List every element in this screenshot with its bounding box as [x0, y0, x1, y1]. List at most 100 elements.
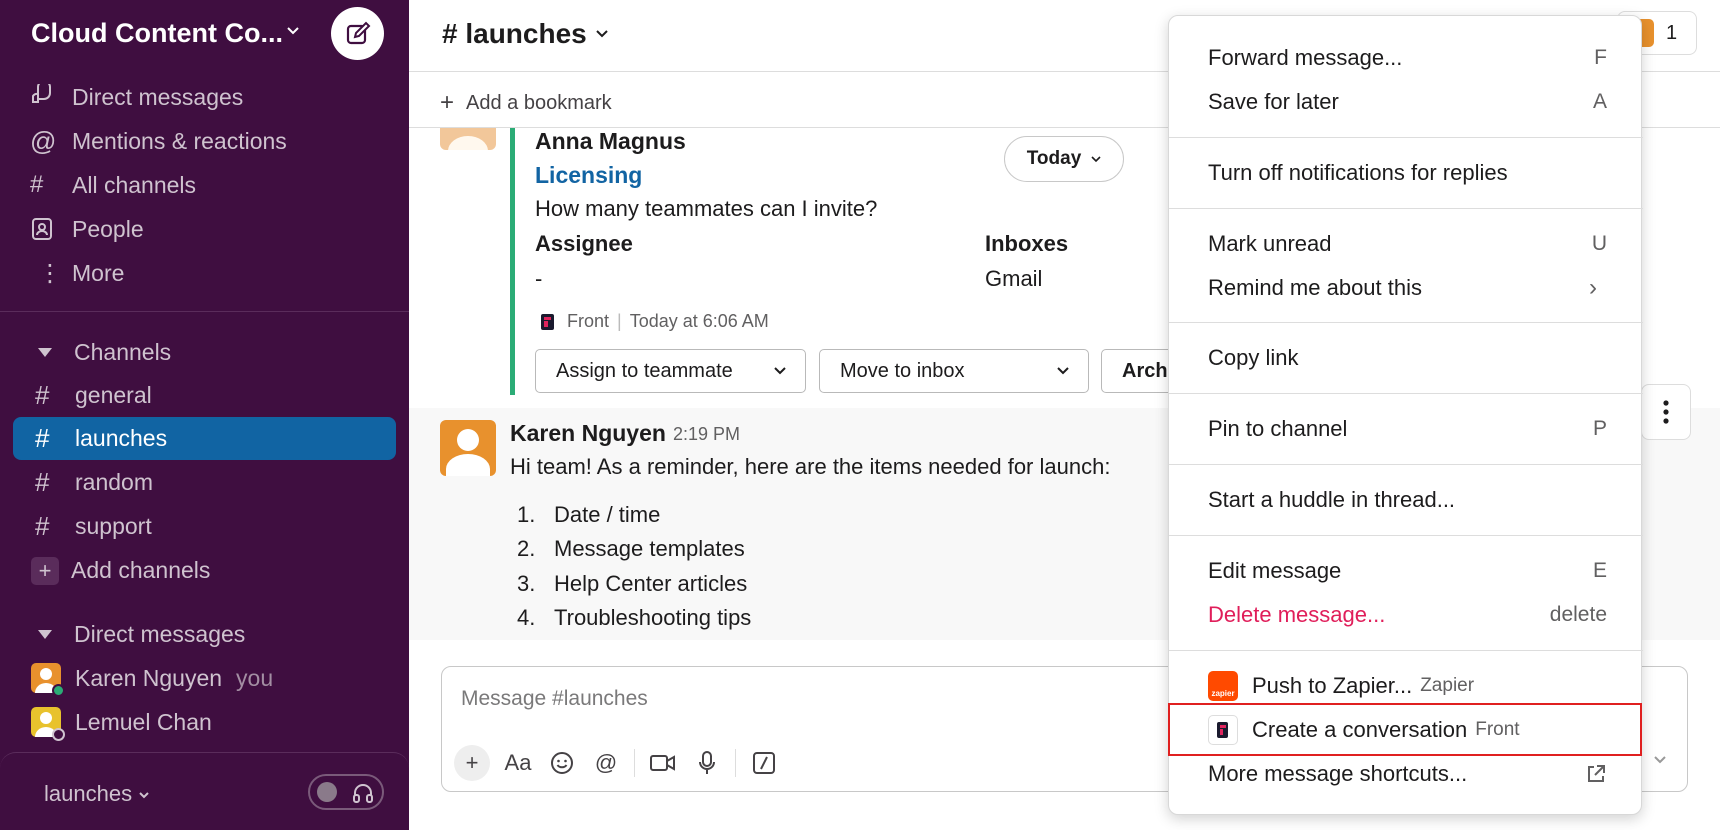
formatting-icon[interactable]: Aa	[496, 743, 540, 783]
zapier-icon: zapier	[1208, 671, 1238, 701]
dm-section-header[interactable]: Direct messages	[38, 616, 245, 652]
hash-icon: #	[35, 511, 50, 541]
menu-divider	[1169, 650, 1643, 651]
menu-label: Start a huddle in thread...	[1208, 487, 1456, 512]
shortcut-key: delete	[1549, 603, 1607, 626]
inboxes-label: Inboxes	[985, 231, 1069, 256]
sidebar-channel-general[interactable]: # general	[13, 374, 396, 417]
assign-teammate-select[interactable]: Assign to teammate	[535, 349, 806, 393]
menu-remind-me[interactable]: Remind me about this ›	[1169, 266, 1643, 310]
channels-section-header[interactable]: Channels	[38, 334, 171, 370]
list-number: 2.	[517, 536, 536, 561]
chevron-down-icon[interactable]	[286, 24, 300, 38]
video-icon[interactable]	[641, 743, 685, 783]
nav-more[interactable]: ⋮ More	[30, 253, 390, 293]
menu-label: Copy link	[1208, 345, 1299, 370]
card-link[interactable]: Licensing	[535, 162, 642, 189]
toolbar-divider	[735, 749, 736, 777]
more-vertical-icon: ⋮	[38, 259, 62, 287]
move-inbox-select[interactable]: Move to inbox	[819, 349, 1089, 393]
mention-icon[interactable]: @	[584, 743, 628, 783]
sidebar-dm-lemuel[interactable]: Lemuel Chan	[31, 702, 212, 742]
list-item: 2. Message templates	[517, 536, 745, 562]
channel-title[interactable]: # launches	[442, 18, 609, 50]
attach-plus-button[interactable]: +	[454, 745, 490, 781]
message-input[interactable]: Message #launches	[461, 687, 648, 711]
card-question: How many teammates can I invite?	[535, 196, 878, 221]
sidebar-dm-karen[interactable]: Karen Nguyen you	[31, 658, 273, 698]
menu-app-name: Front	[1475, 719, 1520, 740]
at-icon: @	[30, 125, 57, 156]
menu-turn-off-notifications[interactable]: Turn off notifications for replies	[1169, 151, 1643, 195]
nav-label: More	[72, 259, 125, 286]
chevron-down-icon	[139, 792, 149, 799]
channel-label: support	[75, 513, 152, 539]
menu-start-huddle[interactable]: Start a huddle in thread...	[1169, 478, 1643, 522]
avatar-head	[457, 429, 479, 451]
menu-more-shortcuts[interactable]: More message shortcuts...	[1169, 752, 1643, 796]
message-text: Hi team! As a reminder, here are the ite…	[510, 454, 1111, 479]
menu-save-for-later[interactable]: Save for later A	[1169, 80, 1643, 124]
menu-push-to-zapier[interactable]: zapier Push to Zapier... Zapier	[1169, 664, 1643, 708]
chevron-down-icon	[1091, 156, 1101, 163]
menu-mark-unread[interactable]: Mark unread U	[1169, 222, 1643, 266]
menu-label: Create a conversation	[1252, 717, 1468, 742]
archive-label: Archi	[1122, 359, 1174, 382]
workspace-header[interactable]: Cloud Content Co...	[0, 0, 409, 70]
menu-copy-link[interactable]: Copy link	[1169, 336, 1643, 380]
add-channels-button[interactable]: + Add channels	[13, 549, 396, 592]
toolbar-divider	[634, 749, 635, 777]
sidebar-channel-support[interactable]: # support	[13, 505, 396, 548]
menu-delete-message[interactable]: Delete message... delete	[1169, 593, 1643, 637]
microphone-icon[interactable]	[685, 743, 729, 783]
menu-pin-to-channel[interactable]: Pin to channel P	[1169, 407, 1643, 451]
sidebar-channel-random[interactable]: # random	[13, 461, 396, 504]
add-bookmark-button[interactable]: + Add a bookmark	[440, 89, 612, 117]
channel-title-text: # launches	[442, 18, 587, 49]
sidebar-channel-launches[interactable]: # launches	[13, 417, 396, 460]
menu-label: Turn off notifications for replies	[1208, 160, 1508, 185]
dm-header-label: Direct messages	[74, 620, 246, 647]
avatar	[31, 663, 65, 697]
nav-people[interactable]: People	[30, 209, 390, 249]
date-divider-button[interactable]: Today	[1004, 136, 1124, 182]
channel-label: general	[75, 382, 152, 408]
add-channels-label: Add channels	[71, 557, 211, 583]
menu-label: Forward message...	[1208, 45, 1403, 70]
dm-name: Lemuel Chan	[75, 708, 212, 735]
dm-you-label: you	[236, 664, 274, 691]
menu-divider	[1169, 393, 1643, 394]
shortcut-key: P	[1592, 417, 1607, 440]
chevron-down-icon[interactable]	[1653, 753, 1667, 767]
menu-forward-message[interactable]: Forward message... F	[1169, 36, 1643, 80]
sidebar-divider	[0, 311, 409, 312]
footer-channel-switcher[interactable]: launches	[44, 781, 150, 807]
nav-all-channels[interactable]: # All channels	[30, 165, 390, 205]
dm-icon	[30, 84, 66, 110]
nav-direct-messages[interactable]: Direct messages	[30, 77, 390, 117]
huddle-toggle[interactable]	[308, 774, 384, 810]
compose-button[interactable]	[331, 7, 384, 60]
more-actions-button[interactable]	[1641, 384, 1691, 440]
assignee-value: -	[535, 266, 543, 291]
menu-label: Delete message...	[1208, 602, 1386, 627]
menu-edit-message[interactable]: Edit message E	[1169, 549, 1643, 593]
move-label: Move to inbox	[840, 359, 965, 382]
chevron-right-icon: ›	[1589, 274, 1597, 301]
nav-mentions[interactable]: @ Mentions & reactions	[30, 121, 390, 161]
menu-label: Edit message	[1208, 558, 1342, 583]
menu-create-conversation[interactable]: Create a conversation Front	[1169, 708, 1643, 752]
message-timestamp[interactable]: 2:19 PM	[673, 424, 740, 445]
nav-label: All channels	[72, 171, 197, 198]
menu-divider	[1169, 464, 1643, 465]
plus-icon: +	[31, 556, 59, 585]
menu-divider	[1169, 137, 1643, 138]
emoji-icon[interactable]	[540, 743, 584, 783]
sidebar-footer: launches	[0, 752, 409, 830]
list-text: Help Center articles	[554, 571, 748, 596]
plus-icon: +	[440, 89, 455, 116]
avatar[interactable]	[440, 420, 496, 476]
slash-command-icon[interactable]	[742, 743, 786, 783]
workspace-name[interactable]: Cloud Content Co...	[31, 18, 283, 49]
message-author[interactable]: Karen Nguyen	[510, 420, 666, 447]
